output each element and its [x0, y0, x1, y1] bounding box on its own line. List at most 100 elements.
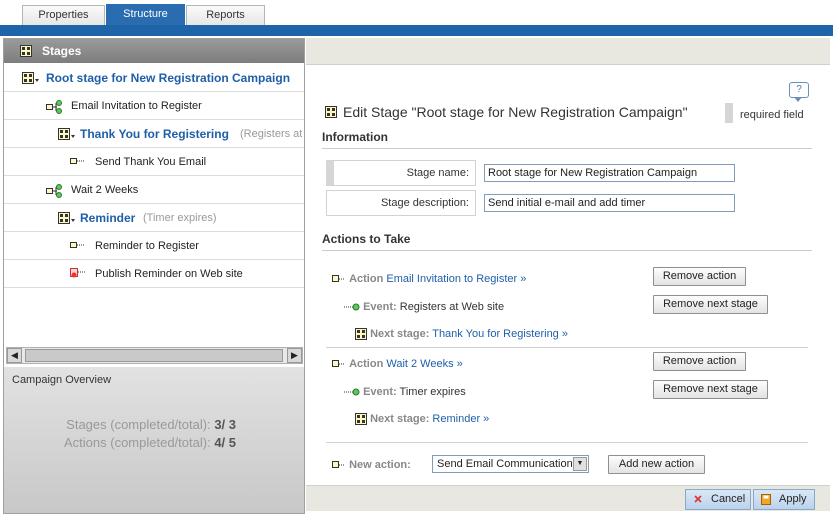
action-link[interactable]: Email Invitation to Register »	[386, 273, 526, 285]
tab-underline	[0, 25, 833, 36]
cancel-button[interactable]: Cancel	[685, 489, 751, 510]
event-text: Registers at Web site	[399, 301, 505, 313]
tab-reports[interactable]: Reports	[186, 5, 265, 25]
stage-group-icon	[58, 212, 75, 224]
divider	[322, 148, 812, 149]
tree-item-label[interactable]: Publish Reminder on Web site	[95, 268, 243, 280]
tree-item-label[interactable]: Root stage for New Registration Campaign	[46, 71, 290, 85]
next-stage-row: Next stage: Reminder »	[355, 413, 489, 426]
tree-item-send-thank-you[interactable]: Send Thank You Email	[4, 148, 304, 176]
actions-stat-value: 4/ 5	[214, 435, 236, 450]
apply-button[interactable]: Apply	[753, 489, 815, 510]
stages-header: Stages	[4, 39, 304, 63]
tree-item-label[interactable]: Send Thank You Email	[95, 156, 206, 168]
tree-item-thank-you[interactable]: Thank You for Registering (Registers at …	[4, 120, 304, 148]
stage-description-input[interactable]: Send initial e-mail and add timer	[484, 194, 735, 212]
action-branch-icon	[46, 100, 62, 114]
tree-item-hint: (Timer expires)	[143, 212, 217, 224]
footer-bar: Cancel Apply	[306, 485, 830, 511]
stages-title: Stages	[42, 44, 82, 58]
action-row: Action Wait 2 Weeks »	[332, 358, 463, 370]
email-action-icon	[70, 158, 85, 164]
tree-item-reminder-to-register[interactable]: Reminder to Register	[4, 232, 304, 260]
scroll-left-arrow-icon[interactable]: ◀	[7, 348, 22, 363]
save-icon	[761, 494, 771, 505]
divider	[322, 250, 812, 251]
remove-next-stage-button[interactable]: Remove next stage	[653, 295, 768, 314]
tab-structure[interactable]: Structure	[106, 4, 185, 25]
stages-panel: Stages Root stage for New Registration C…	[3, 38, 305, 514]
tree-item-root-stage[interactable]: Root stage for New Registration Campaign	[4, 64, 304, 92]
stages-stat-value: 3/ 3	[214, 417, 236, 432]
stage-name-label: Stage name:	[326, 160, 476, 186]
stage-group-icon	[22, 72, 39, 84]
event-text: Timer expires	[399, 386, 466, 398]
remove-action-button[interactable]: Remove action	[653, 267, 746, 286]
tree-item-reminder[interactable]: Reminder (Timer expires)	[4, 204, 304, 232]
new-action-select[interactable]: Send Email Communication ▼	[432, 455, 589, 473]
divider	[326, 347, 808, 348]
remove-action-button[interactable]: Remove action	[653, 352, 746, 371]
action-icon	[332, 275, 345, 283]
information-heading: Information	[322, 130, 388, 144]
action-row: Action Email Invitation to Register »	[332, 273, 526, 285]
action-link[interactable]: Wait 2 Weeks »	[386, 358, 462, 370]
action-icon	[332, 461, 345, 469]
required-field-note: required field	[740, 109, 804, 121]
stage-name-input[interactable]: Root stage for New Registration Campaign	[484, 164, 735, 182]
tab-bar: Properties Structure Reports	[0, 0, 833, 25]
tree-item-label[interactable]: Reminder to Register	[95, 240, 199, 252]
tree-horizontal-scrollbar[interactable]: ◀ ▶	[6, 347, 303, 364]
event-row: Event: Timer expires	[344, 386, 466, 398]
tree-item-label[interactable]: Thank You for Registering	[80, 127, 229, 141]
next-stage-link[interactable]: Thank You for Registering »	[432, 328, 568, 340]
action-label: Action	[349, 358, 384, 370]
scrollbar-thumb[interactable]	[25, 349, 283, 362]
edit-stage-panel: ? required field Edit Stage "Root stage …	[306, 38, 830, 514]
apply-label: Apply	[779, 493, 807, 505]
divider	[326, 442, 808, 443]
actions-stat: Actions (completed/total): 4/ 5	[64, 435, 236, 450]
add-new-action-button[interactable]: Add new action	[608, 455, 705, 474]
tree-item-email-invitation[interactable]: Email Invitation to Register	[4, 92, 304, 120]
tree-item-label[interactable]: Reminder	[80, 211, 135, 225]
tree-item-publish-reminder[interactable]: Publish Reminder on Web site	[4, 260, 304, 288]
stage-description-label: Stage description:	[326, 190, 476, 216]
actions-heading: Actions to Take	[322, 232, 411, 246]
edit-stage-title: Edit Stage "Root stage for New Registrat…	[322, 104, 688, 120]
stage-group-icon	[355, 413, 367, 426]
event-label: Event:	[363, 386, 397, 398]
stage-group-icon	[325, 106, 337, 118]
stages-stat: Stages (completed/total): 3/ 3	[66, 417, 236, 432]
email-action-icon	[70, 242, 85, 248]
overview-title: Campaign Overview	[12, 374, 112, 386]
campaign-overview: Campaign Overview Stages (completed/tota…	[4, 367, 304, 513]
right-header-bar	[306, 38, 830, 65]
stage-tree: Root stage for New Registration Campaign…	[4, 64, 304, 349]
stage-group-icon	[58, 128, 75, 140]
tree-item-label[interactable]: Email Invitation to Register	[71, 100, 202, 112]
chevron-down-icon[interactable]: ▼	[573, 457, 587, 471]
next-stage-row: Next stage: Thank You for Registering »	[355, 328, 568, 341]
scroll-right-arrow-icon[interactable]: ▶	[287, 348, 302, 363]
event-dot-icon	[344, 388, 360, 396]
tab-properties[interactable]: Properties	[22, 5, 105, 25]
required-marker	[725, 103, 733, 123]
actions-stat-label: Actions (completed/total):	[64, 435, 211, 450]
edit-stage-title-text: Edit Stage "Root stage for New Registrat…	[343, 104, 688, 120]
next-stage-label: Next stage:	[370, 413, 430, 425]
stage-group-icon	[20, 45, 32, 57]
help-icon[interactable]: ?	[789, 82, 809, 102]
remove-next-stage-button[interactable]: Remove next stage	[653, 380, 768, 399]
next-stage-link[interactable]: Reminder »	[432, 413, 489, 425]
new-action-label: New action:	[349, 459, 411, 471]
tree-item-wait-2-weeks[interactable]: Wait 2 Weeks	[4, 176, 304, 204]
cancel-label: Cancel	[711, 493, 746, 505]
tree-item-label[interactable]: Wait 2 Weeks	[71, 184, 138, 196]
stages-stat-label: Stages (completed/total):	[66, 417, 211, 432]
action-label: Action	[349, 273, 384, 285]
next-stage-label: Next stage:	[370, 328, 430, 340]
cancel-icon	[694, 495, 702, 503]
action-icon	[332, 360, 345, 368]
event-row: Event: Registers at Web site	[344, 301, 504, 313]
